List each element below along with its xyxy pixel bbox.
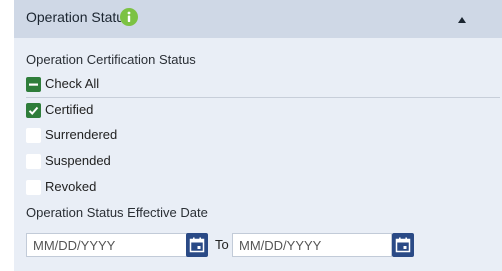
panel-header[interactable]: Operation Status — [14, 0, 502, 38]
certified-label: Certified — [45, 102, 94, 117]
suspended-label: Suspended — [45, 153, 111, 168]
certification-status-label: Operation Certification Status — [26, 52, 196, 67]
checkmark-icon[interactable] — [26, 103, 41, 118]
info-icon[interactable] — [120, 8, 138, 26]
calendar-icon — [395, 237, 411, 253]
checkbox-box[interactable] — [26, 128, 41, 143]
surrendered-label: Surrendered — [45, 127, 118, 142]
indeterminate-icon[interactable] — [26, 77, 41, 92]
revoked-label: Revoked — [45, 179, 97, 194]
caret-up-icon[interactable] — [457, 15, 467, 25]
effective-date-label: Operation Status Effective Date — [26, 205, 208, 220]
to-date-input[interactable] — [232, 233, 392, 257]
divider — [26, 97, 500, 98]
check-all-label: Check All — [45, 76, 100, 91]
to-label: To — [215, 237, 229, 252]
checkbox-box[interactable] — [26, 154, 41, 169]
from-date-input[interactable] — [26, 233, 194, 257]
calendar-icon — [189, 237, 205, 253]
checkbox-box[interactable] — [26, 180, 41, 195]
to-calendar-button[interactable] — [392, 233, 414, 257]
operation-status-panel: Operation Status Operation Certification… — [14, 0, 502, 271]
from-calendar-button[interactable] — [186, 233, 208, 257]
panel-title: Operation Status — [26, 9, 132, 25]
